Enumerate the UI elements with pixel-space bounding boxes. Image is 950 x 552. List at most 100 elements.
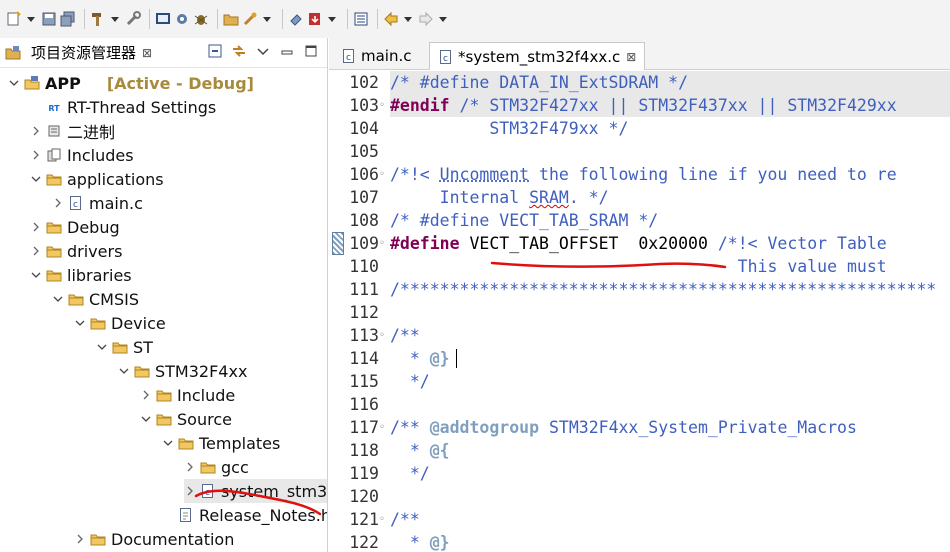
tree-item[interactable]: 二进制: [30, 119, 115, 143]
tree-item[interactable]: CMSIS: [52, 287, 139, 311]
chevron-down-icon[interactable]: [118, 365, 130, 377]
chevron-right-icon[interactable]: [140, 389, 152, 401]
close-icon[interactable]: ⊠: [142, 46, 152, 60]
tree-item[interactable]: Debug: [30, 215, 120, 239]
editor-tab[interactable]: c main.c: [333, 42, 420, 70]
explorer-tab[interactable]: 项目资源管理器 ⊠: [0, 38, 152, 68]
code-line[interactable]: 115 */: [329, 370, 950, 393]
code-line[interactable]: 105: [329, 140, 950, 163]
run-tool-icon[interactable]: [242, 8, 258, 30]
save-icon[interactable]: [41, 8, 57, 30]
line-number: 112: [349, 303, 379, 322]
collapse-all-icon[interactable]: [207, 43, 223, 59]
open-folder-icon[interactable]: [223, 8, 239, 30]
new-dropdown-icon[interactable]: [27, 16, 35, 22]
tree-item-label: drivers: [67, 241, 123, 261]
code-editor[interactable]: 102/* #define DATA_IN_ExtSDRAM */103 ◦ #en…: [329, 71, 950, 552]
chevron-down-icon[interactable]: [30, 173, 42, 185]
fold-toggle-icon[interactable]: ◦: [379, 508, 385, 531]
tree-item[interactable]: APP [Active - Debug]: [8, 71, 254, 95]
chevron-down-icon[interactable]: [30, 269, 42, 281]
fold-toggle-icon[interactable]: ◦: [379, 163, 385, 186]
tree-item[interactable]: Device: [74, 311, 166, 335]
tree-item[interactable]: gcc: [184, 455, 249, 479]
editor-tab[interactable]: c *system_stm32f4xx.c ⊠: [429, 42, 646, 70]
build-dropdown-icon[interactable]: [111, 16, 119, 22]
code-line[interactable]: 113 ◦ /**: [329, 324, 950, 347]
chevron-right-icon[interactable]: [74, 533, 86, 545]
chevron-right-icon[interactable]: [30, 149, 42, 161]
code-line[interactable]: 107 Internal SRAM. */: [329, 186, 950, 209]
tree-item[interactable]: Includes: [30, 143, 134, 167]
settings-gear-icon[interactable]: [174, 8, 190, 30]
debug-bug-icon[interactable]: [193, 8, 209, 30]
tree-item[interactable]: Documentation: [74, 527, 234, 551]
back-arrow-icon[interactable]: [383, 8, 399, 30]
code-line[interactable]: 110 This value must: [329, 255, 950, 278]
link-editor-icon[interactable]: [231, 43, 247, 59]
wrench-icon[interactable]: [125, 8, 141, 30]
chevron-right-icon[interactable]: [30, 221, 42, 233]
tree-item[interactable]: Include: [140, 383, 235, 407]
tree-item[interactable]: c main.c: [52, 191, 143, 215]
code-line[interactable]: 117 ◦/** @addtogroup STM32F4xx_System_Pri…: [329, 416, 950, 439]
forward-arrow-icon[interactable]: [418, 8, 434, 30]
download-dropdown-icon[interactable]: [328, 16, 336, 22]
chevron-right-icon[interactable]: [184, 485, 196, 497]
tree-item[interactable]: c system_stm3: [184, 479, 327, 503]
code-line[interactable]: 112: [329, 301, 950, 324]
code-line[interactable]: 102 /* #define DATA_IN_ExtSDRAM */: [329, 71, 950, 94]
tree-item[interactable]: ST: [96, 335, 153, 359]
view-menu-icon[interactable]: [255, 43, 271, 59]
chevron-down-icon[interactable]: [162, 437, 174, 449]
forward-dropdown-icon[interactable]: [439, 16, 447, 22]
console-icon[interactable]: [353, 8, 369, 30]
chevron-down-icon[interactable]: [74, 317, 86, 329]
code-line[interactable]: 114 * @}: [329, 347, 950, 370]
code-line[interactable]: 103 ◦ #endif /* STM32F427xx || STM32F437xx…: [329, 94, 950, 117]
code-line[interactable]: 104 STM32F479xx */: [329, 117, 950, 140]
tree-item[interactable]: Source: [140, 407, 232, 431]
terminal-icon[interactable]: [155, 8, 171, 30]
code-line[interactable]: 118 * @{: [329, 439, 950, 462]
chevron-down-icon[interactable]: [96, 341, 108, 353]
code-line[interactable]: 122 * @}: [329, 531, 950, 552]
tree-item[interactable]: drivers: [30, 239, 122, 263]
tree-item-label: main.c: [89, 193, 143, 213]
save-all-icon[interactable]: [60, 8, 76, 30]
code-line[interactable]: 121 ◦ /**: [329, 508, 950, 531]
fold-toggle-icon[interactable]: ◦: [379, 232, 385, 255]
tree-item[interactable]: RT RT-Thread Settings: [30, 95, 216, 119]
close-icon[interactable]: ⊠: [626, 50, 636, 64]
run-tool-dropdown-icon[interactable]: [263, 16, 271, 22]
maximize-icon[interactable]: [303, 43, 319, 59]
code-line[interactable]: 106 ◦/*!< Uncomment the following line if…: [329, 163, 950, 186]
tree-item[interactable]: Release_Notes.htm: [162, 503, 327, 527]
fold-toggle-icon[interactable]: ◦: [379, 324, 385, 347]
eraser-icon[interactable]: [288, 8, 304, 30]
tree-item[interactable]: STM32F4xx: [118, 359, 247, 383]
tree-item[interactable]: applications: [30, 167, 164, 191]
minimize-icon[interactable]: [279, 43, 295, 59]
fold-toggle-icon[interactable]: ◦: [379, 94, 385, 117]
code-line[interactable]: 108 /* #define VECT_TAB_SRAM */: [329, 209, 950, 232]
chevron-down-icon[interactable]: [52, 293, 64, 305]
code-line[interactable]: 120: [329, 485, 950, 508]
chevron-right-icon[interactable]: [30, 125, 42, 137]
fold-toggle-icon[interactable]: ◦: [379, 416, 385, 439]
tree-item[interactable]: libraries: [30, 263, 132, 287]
chevron-down-icon[interactable]: [8, 77, 20, 89]
build-hammer-icon[interactable]: [90, 8, 106, 30]
tree-item[interactable]: Templates: [162, 431, 280, 455]
new-icon[interactable]: [6, 8, 22, 30]
chevron-down-icon[interactable]: [140, 413, 152, 425]
chevron-right-icon[interactable]: [184, 461, 196, 473]
code-line[interactable]: 109 ◦ #define VECT_TAB_OFFSET 0x20000 /*!<…: [329, 232, 950, 255]
download-icon[interactable]: [307, 8, 323, 30]
chevron-right-icon[interactable]: [52, 197, 64, 209]
code-line[interactable]: 119 */: [329, 462, 950, 485]
code-line[interactable]: 111 /************************************…: [329, 278, 950, 301]
code-line[interactable]: 116: [329, 393, 950, 416]
back-dropdown-icon[interactable]: [404, 16, 412, 22]
chevron-right-icon[interactable]: [30, 245, 42, 257]
